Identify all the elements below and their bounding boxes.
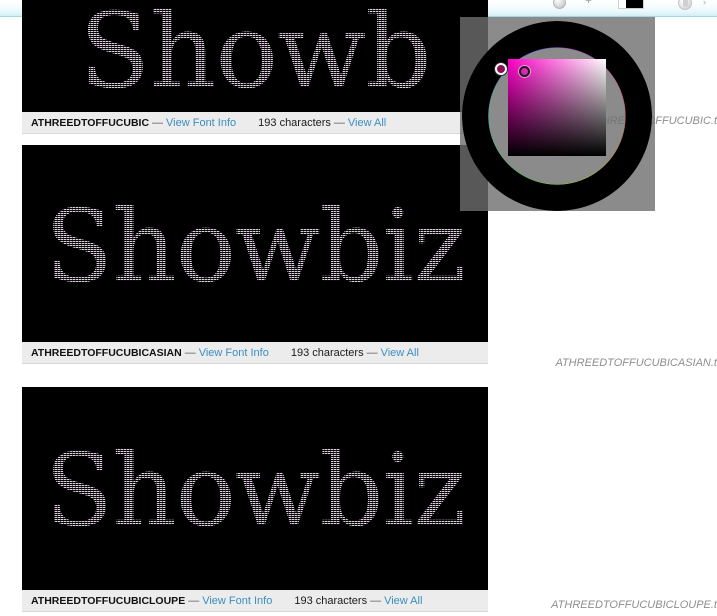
font-row: Showb ATHREEDTOFFUCUBIC — View Font Info 19… <box>22 0 488 134</box>
font-meta-bar: ATHREEDTOFFUCUBICLOUPE — View Font Info 193… <box>22 590 488 612</box>
separator: — <box>152 117 164 129</box>
preview-text: Showbiz <box>22 197 488 297</box>
plus-icon[interactable]: + <box>583 0 594 7</box>
refresh-icon[interactable] <box>553 0 566 9</box>
font-meta-bar: ATHREEDTOFFUCUBICASIAN — View Font Info 193… <box>22 342 488 364</box>
character-count: 193 characters <box>290 347 364 359</box>
font-meta-bar: ATHREEDTOFFUCUBIC — View Font Info 193 char… <box>22 112 488 134</box>
hue-wheel-handle[interactable] <box>495 63 507 75</box>
view-font-info-link[interactable]: View Font Info <box>199 347 269 359</box>
character-count: 193 characters <box>258 117 331 129</box>
font-preview-image[interactable]: Showb <box>22 0 488 112</box>
font-row: Showbiz ATHREEDTOFFUCUBICASIAN — View Font… <box>22 145 488 364</box>
view-all-link[interactable]: View All <box>348 117 386 129</box>
font-row: Showbiz ATHREEDTOFFUCUBICLOUPE — View Font… <box>22 387 488 612</box>
view-font-info-link[interactable]: View Font Info <box>202 595 272 607</box>
font-preview-image[interactable]: Showbiz <box>22 145 488 342</box>
view-all-link[interactable]: View All <box>381 347 419 359</box>
separator: — <box>366 347 378 359</box>
character-count: 193 characters <box>294 595 368 607</box>
chevron-down-icon[interactable]: › <box>703 0 713 8</box>
view-all-link[interactable]: View All <box>384 595 422 607</box>
preview-text: Showbiz <box>22 441 488 541</box>
font-name: ATHREEDTOFFUCUBICASIAN <box>31 347 182 359</box>
separator: — <box>370 595 382 607</box>
font-name: ATHREEDTOFFUCUBIC <box>31 117 150 129</box>
separator: — <box>184 347 196 359</box>
shield-icon[interactable] <box>678 0 692 10</box>
separator: — <box>333 117 345 129</box>
separator: — <box>188 595 200 607</box>
color-picker-panel[interactable] <box>460 17 655 211</box>
color-swatch-icon[interactable] <box>618 0 644 9</box>
preview-text: Showb <box>22 0 488 103</box>
font-file-watermark: ATHREEDTOFFUCUBICLOUPE.t <box>551 599 717 611</box>
font-preview-image[interactable]: Showbiz <box>22 387 488 590</box>
font-file-watermark: ATHREEDTOFFUCUBICASIAN.t <box>555 357 717 369</box>
view-font-info-link[interactable]: View Font Info <box>166 117 236 129</box>
font-name: ATHREEDTOFFUCUBICLOUPE <box>31 595 186 607</box>
saturation-value-handle[interactable] <box>519 66 530 77</box>
